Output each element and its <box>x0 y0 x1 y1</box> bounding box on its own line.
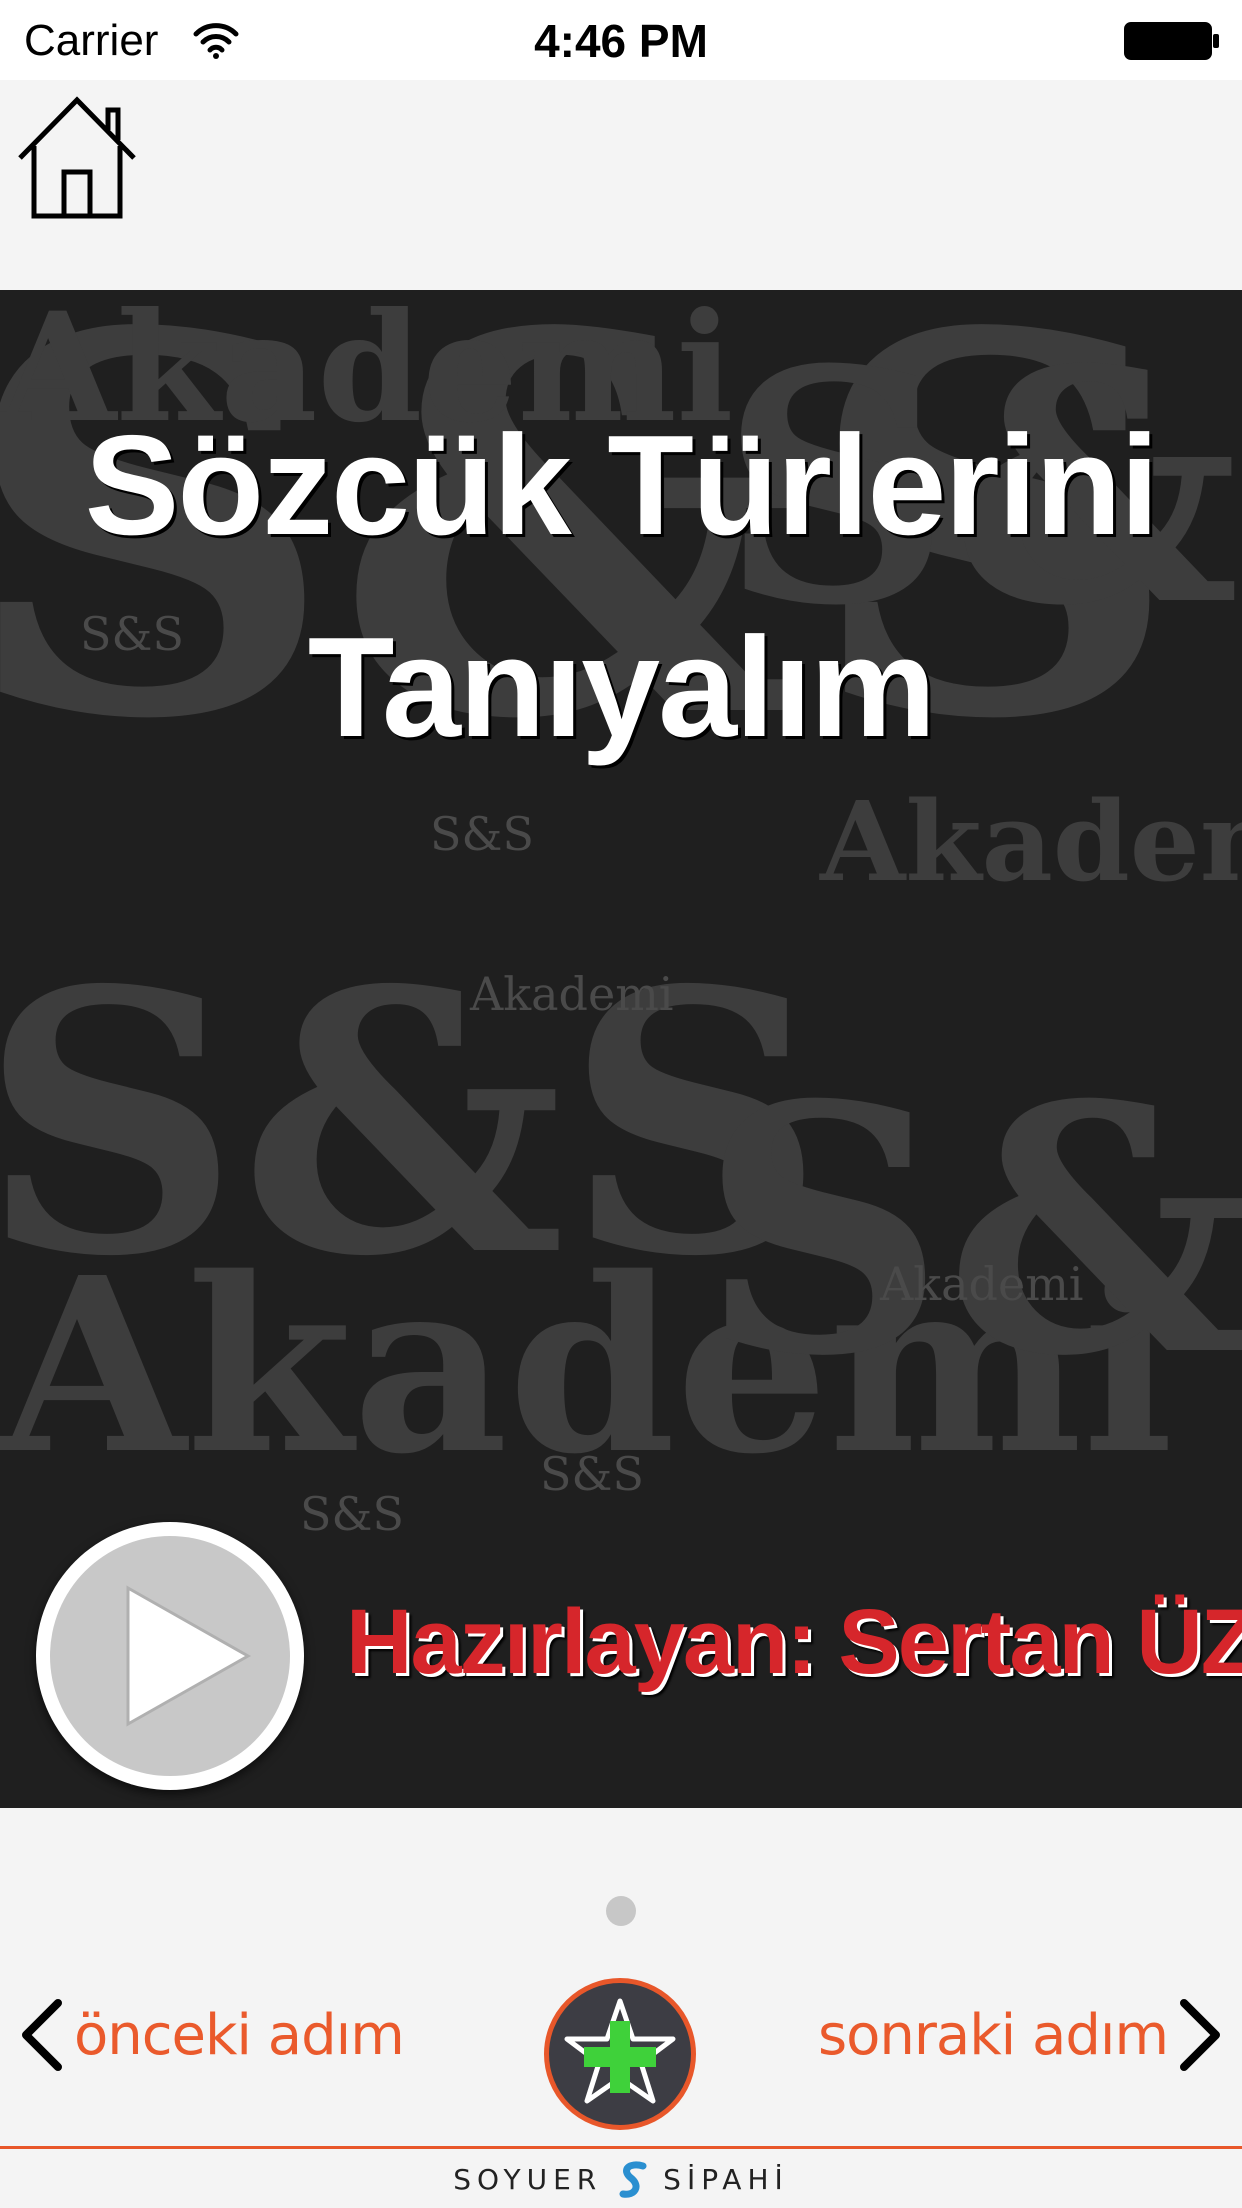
brand-logo-icon <box>619 2161 647 2198</box>
bg-word: S&S <box>700 1032 1242 1431</box>
bg-word: S&S <box>540 1447 644 1501</box>
chevron-right-icon <box>1180 1999 1220 2071</box>
next-step-button[interactable]: sonraki adım <box>818 1990 1224 2080</box>
center-menu-button[interactable] <box>544 1978 696 2130</box>
play-icon <box>126 1585 252 1727</box>
footer-brand-logo: SOYUER SİPAHİ <box>0 2152 1242 2208</box>
status-time: 4:46 PM <box>534 15 708 67</box>
bg-word: Akademi <box>819 777 1242 906</box>
brand-right-text: SİPAHİ <box>663 2163 789 2196</box>
home-icon <box>18 96 136 219</box>
home-button[interactable] <box>14 94 140 220</box>
slide-cover: S&S Akademi S&S Akademi S&S Akademi S&S … <box>0 290 1242 1808</box>
bg-word: Akademi <box>469 967 674 1021</box>
author-credit: Hazırlayan: Sertan ÜZE <box>346 1591 1242 1693</box>
page-indicator-dot <box>606 1896 636 1926</box>
slide-title-line-2: Tanıyalım <box>307 608 936 767</box>
previous-step-button[interactable]: önceki adım <box>18 1990 405 2080</box>
chevron-left-icon <box>22 1999 62 2071</box>
bg-word: Akademi <box>879 1257 1084 1311</box>
brand-left-text: SOYUER <box>453 2163 603 2196</box>
slide-title-line-1: Sözcük Türlerini <box>84 406 1160 565</box>
bg-word: S&S <box>300 1487 404 1541</box>
status-bar: Carrier 4:46 PM <box>0 0 1242 80</box>
play-button[interactable] <box>36 1522 304 1790</box>
bg-word: S&S <box>430 807 534 861</box>
next-step-label: sonraki adım <box>817 2002 1169 2068</box>
battery-icon <box>1124 22 1219 60</box>
footer-divider <box>0 2146 1242 2149</box>
previous-step-label: önceki adım <box>74 2002 405 2068</box>
star-plus-icon <box>564 1998 676 2104</box>
